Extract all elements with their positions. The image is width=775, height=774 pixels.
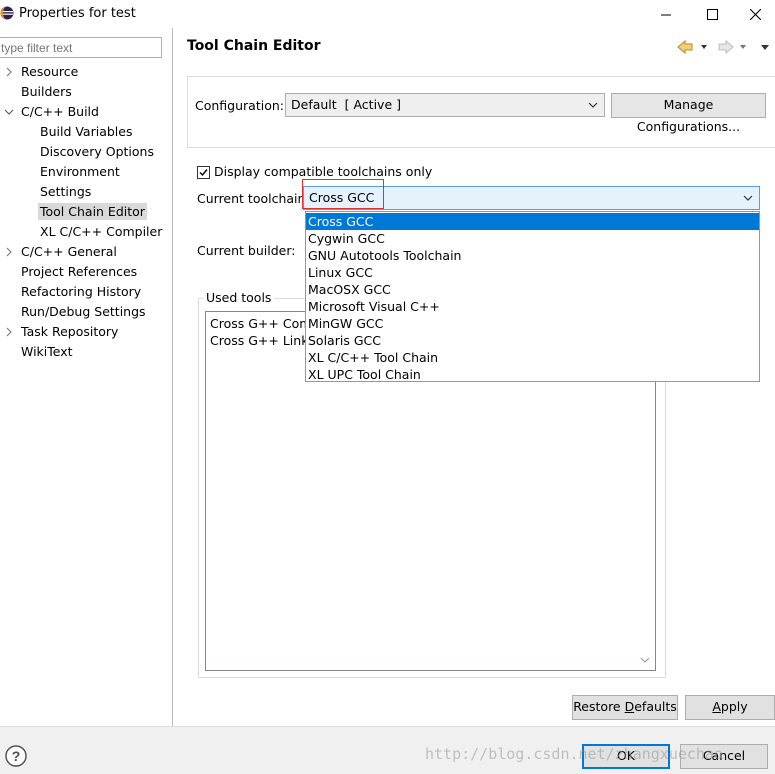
tree-item-label: Task Repository: [21, 324, 119, 339]
tree-item-label: C/C++ Build: [21, 104, 99, 119]
tree-item-label: Environment: [40, 164, 120, 179]
maximize-icon: [706, 8, 718, 20]
tree-item-label: Refactoring History: [21, 284, 142, 299]
svg-text:?: ?: [12, 748, 21, 764]
tree-item[interactable]: C/C++ Build: [4, 102, 101, 122]
tree-item[interactable]: C/C++ General: [6, 242, 119, 262]
page-title: Tool Chain Editor: [187, 38, 321, 54]
toolchain-option[interactable]: Linux GCC: [306, 264, 759, 281]
tree-item[interactable]: Environment: [38, 162, 122, 182]
toolchain-option[interactable]: MacOSX GCC: [306, 281, 759, 298]
tree-item-label: Settings: [40, 184, 92, 199]
toolchain-option[interactable]: GNU Autotools Toolchain: [306, 247, 759, 264]
tree-item-label: C/C++ General: [21, 244, 117, 259]
tree-item-label: Build Variables: [40, 124, 133, 139]
list-item[interactable]: Cross G++ Linke: [210, 333, 316, 348]
tree-item-label: Run/Debug Settings: [21, 304, 146, 319]
scroll-down-icon[interactable]: [640, 655, 650, 665]
annotation-highlight-box: [302, 179, 384, 209]
toolchain-dropdown-list: Cross GCC Cygwin GCC GNU Autotools Toolcha…: [305, 211, 760, 382]
chevron-right-icon[interactable]: [4, 242, 14, 262]
help-icon[interactable]: ?: [4, 744, 28, 768]
toolchain-option[interactable]: XL UPC Tool Chain: [306, 366, 759, 383]
chevron-right-icon[interactable]: [4, 62, 14, 82]
toolchain-option[interactable]: Microsoft Visual C++: [306, 298, 759, 315]
tree-item-label: Builders: [21, 84, 72, 99]
compatible-toolchains-checkbox[interactable]: [197, 166, 210, 179]
compatible-toolchains-label: Display compatible toolchains only: [214, 164, 433, 179]
back-arrow-icon[interactable]: [677, 39, 707, 55]
current-builder-label: Current builder:: [197, 243, 296, 258]
tree-item[interactable]: Run/Debug Settings: [19, 302, 148, 322]
tree-item[interactable]: WikiText: [19, 342, 75, 362]
navigation-arrows: [676, 38, 772, 56]
tree-item-label: Tool Chain Editor: [38, 203, 147, 220]
cancel-button[interactable]: Cancel: [680, 744, 768, 769]
tree-item[interactable]: Builders: [19, 82, 74, 102]
tree-item[interactable]: XL C/C++ Compiler: [38, 222, 164, 242]
tree-item[interactable]: Task Repository: [6, 322, 120, 342]
configuration-label: Configuration:: [195, 98, 284, 113]
view-menu-icon[interactable]: [761, 45, 769, 50]
tree-item-label: Project References: [21, 264, 138, 279]
forward-arrow-icon[interactable]: [718, 39, 746, 55]
window-title: Properties for test: [19, 6, 136, 21]
tree-item[interactable]: Settings: [38, 182, 93, 202]
maximize-button[interactable]: [689, 0, 735, 28]
manage-configurations-button[interactable]: Manage Configurations...: [611, 93, 766, 134]
close-icon: [749, 8, 761, 20]
toolchain-option[interactable]: XL C/C++ Tool Chain: [306, 349, 759, 366]
filter-input[interactable]: [0, 37, 162, 58]
chevron-down-icon: [588, 102, 598, 108]
ok-button[interactable]: OK: [582, 744, 670, 769]
configuration-value: Default [ Active ]: [291, 97, 401, 112]
tree-item-label: WikiText: [21, 344, 73, 359]
toolchain-option[interactable]: Cross GCC: [306, 213, 759, 230]
tree-item[interactable]: Project References: [19, 262, 139, 282]
list-item[interactable]: Cross G++ Com: [210, 316, 311, 331]
chevron-down-icon[interactable]: [4, 102, 14, 122]
chevron-right-icon[interactable]: [4, 322, 14, 342]
restore-defaults-button[interactable]: Restore Defaults: [572, 695, 678, 720]
tree-item[interactable]: Build Variables: [38, 122, 134, 142]
tree-item-label: Discovery Options: [40, 144, 154, 159]
tree-item-label: Resource: [21, 64, 79, 79]
tree-item[interactable]: Discovery Options: [38, 142, 156, 162]
tree-item[interactable]: Tool Chain Editor: [38, 202, 147, 222]
toolchain-option[interactable]: Solaris GCC: [306, 332, 759, 349]
chevron-down-icon: [743, 195, 753, 201]
eclipse-icon: [0, 6, 14, 20]
minimize-icon: [660, 14, 671, 15]
current-toolchain-label: Current toolchain:: [197, 191, 310, 206]
toolchain-option[interactable]: Cygwin GCC: [306, 230, 759, 247]
minimize-button[interactable]: [643, 0, 689, 28]
used-tools-label: Used tools: [203, 290, 275, 305]
tree-item[interactable]: Refactoring History: [19, 282, 143, 302]
checkmark-icon: [199, 169, 208, 177]
toolchain-option[interactable]: MinGW GCC: [306, 315, 759, 332]
apply-button[interactable]: Apply: [685, 695, 775, 720]
tree-item-label: XL C/C++ Compiler: [40, 224, 163, 239]
close-button[interactable]: [735, 0, 775, 28]
tree-item[interactable]: Resource: [6, 62, 80, 82]
configuration-combo[interactable]: Default [ Active ]: [285, 93, 605, 117]
